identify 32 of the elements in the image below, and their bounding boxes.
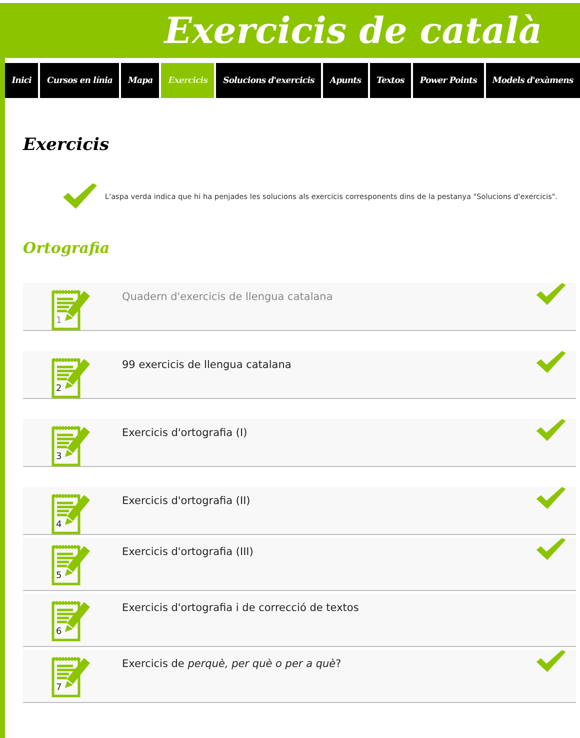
nav-tab[interactable]: Mapa (121, 63, 160, 98)
exercise-link[interactable]: 99 exercicis de llengua catalana (122, 359, 536, 398)
exercise-link[interactable]: Exercicis d'ortografia i de correcció de textos (122, 602, 576, 646)
nav-tab[interactable]: Solucions d'exercicis (216, 63, 322, 98)
exercise-row[interactable]: 2 99 exercicis de llengua catalana (23, 351, 576, 399)
nav-tab[interactable]: Models d'exàmens (486, 63, 580, 98)
exercise-link[interactable]: Exercicis d'ortografia (II) (122, 495, 536, 534)
item-number: 1 (55, 317, 63, 326)
site-title: Exercicis de català (164, 10, 542, 52)
item-number: 6 (55, 628, 63, 637)
item-number: 2 (55, 385, 63, 394)
page-heading: Exercicis (23, 135, 110, 155)
exercise-row[interactable]: 3 Exercicis d'ortografia (I) (23, 419, 576, 467)
section-heading: Ortografia (23, 239, 111, 257)
item-number: 5 (55, 572, 63, 581)
exercise-link[interactable]: Exercicis de perquè, per què o per a què? (122, 658, 536, 702)
nav-tab[interactable]: Cursos en línia (40, 63, 120, 98)
nav-tab[interactable]: Power Points (413, 63, 484, 98)
item-number: 4 (55, 521, 63, 530)
exercise-row[interactable]: 5 Exercicis d'ortografia (III) (23, 538, 576, 591)
item-number: 7 (55, 684, 63, 693)
exercise-link[interactable]: Exercicis d'ortografia (I) (122, 427, 536, 466)
nav-tab[interactable]: Apunts (323, 63, 368, 98)
checkmark-icon (63, 181, 97, 211)
exercise-row[interactable]: 1 Quadern d'exercicis de llengua catalana (23, 283, 576, 331)
nav-tab[interactable]: Inici (5, 63, 38, 98)
item-number: 3 (55, 453, 63, 462)
exercise-row[interactable]: 7 Exercicis de perquè, per què o per a què? (23, 650, 576, 703)
exercise-row[interactable]: 6 Exercicis d'ortografia i de correcció de textos (23, 594, 576, 647)
nav-tab[interactable]: Textos (370, 63, 412, 98)
exercise-row[interactable]: 4 Exercicis d'ortografia (II) (23, 487, 576, 535)
exercise-link[interactable]: Exercicis d'ortografia (III) (122, 546, 536, 590)
